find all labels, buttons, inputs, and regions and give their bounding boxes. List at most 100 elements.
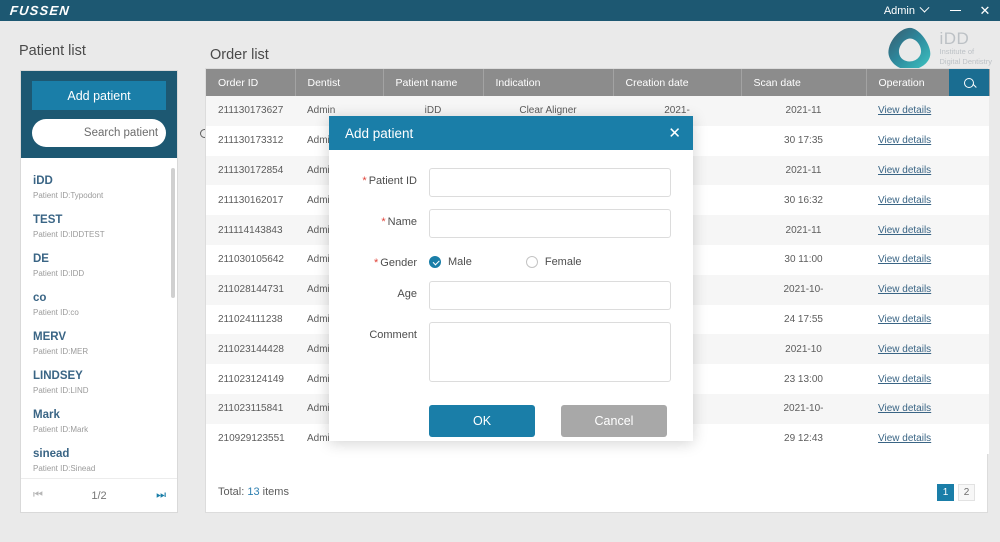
view-details-link[interactable]: View details [878, 314, 931, 325]
dialog-title: Add patient [345, 125, 414, 141]
column-header-indication[interactable]: Indication [483, 69, 614, 96]
page-button[interactable]: 1 [937, 483, 954, 501]
cell-scan-date: 30 11:00 [784, 254, 823, 266]
first-page-icon[interactable]: ⏮ [33, 489, 43, 502]
patient-list-scrollbar[interactable] [171, 168, 175, 298]
idd-logo: iDD Institute of Digital Dentistry [886, 26, 992, 72]
title-bar-controls: Admin ✕ [872, 0, 1000, 21]
cancel-button[interactable]: Cancel [561, 405, 667, 437]
patient-item-id: Patient ID:MER [33, 347, 89, 356]
cell-operation: View details [866, 185, 989, 215]
ok-button[interactable]: OK [429, 405, 535, 437]
add-patient-button[interactable]: Add patient [32, 81, 166, 110]
total-items-label: Total: 13 items [218, 486, 289, 498]
patient-item-id: Patient ID:Typodont [33, 191, 104, 200]
account-menu-label: Admin [883, 4, 915, 17]
field-row-comment: Comment [339, 322, 671, 387]
patient-item-name: MERV [33, 331, 67, 343]
cell-operation: View details [866, 424, 989, 454]
patient-item-id: Patient ID:IDD [33, 269, 85, 278]
view-details-link[interactable]: View details [878, 165, 931, 176]
cell-order-id: 211023124149 [218, 373, 284, 385]
view-details-link[interactable]: View details [878, 105, 931, 116]
gender-male-label: Male [448, 256, 472, 268]
view-details-link[interactable]: View details [878, 284, 931, 295]
dialog-actions: OK Cancel [339, 399, 671, 437]
view-details-link[interactable]: View details [878, 254, 931, 265]
view-details-link[interactable]: View details [878, 195, 931, 206]
patient-list-item[interactable]: DE Patient ID:IDD [21, 248, 177, 287]
cell-scan-date: 24 17:55 [784, 313, 823, 325]
minimize-button[interactable] [940, 0, 970, 21]
cell-scan-date: 30 17:35 [784, 135, 823, 147]
cell-order-id: 211024111238 [218, 313, 283, 325]
dialog-close-icon[interactable]: ✕ [668, 126, 681, 141]
patient-id-input[interactable] [429, 168, 671, 197]
cell-operation: View details [866, 394, 989, 424]
patient-item-id: Patient ID:co [33, 308, 79, 317]
patient-item-name: LINDSEY [33, 370, 83, 382]
view-details-link[interactable]: View details [878, 374, 931, 385]
total-prefix: Total: [218, 486, 245, 498]
last-page-icon[interactable]: ⏭ [156, 489, 166, 502]
radio-unselected-icon[interactable] [525, 256, 538, 268]
patient-search-box[interactable] [32, 119, 209, 147]
order-list-heading: Order list [210, 47, 269, 63]
radio-selected-icon[interactable] [429, 256, 441, 268]
field-row-patient-id: * Patient ID [339, 168, 671, 197]
cell-order-id: 211130173627 [218, 105, 284, 117]
total-suffix: items [262, 486, 289, 498]
dialog-header: Add patient ✕ [329, 116, 693, 150]
view-details-link[interactable]: View details [878, 403, 931, 414]
close-window-button[interactable]: ✕ [970, 0, 1000, 21]
patient-list-item[interactable]: iDD Patient ID:Typodont [21, 170, 177, 209]
view-details-link[interactable]: View details [878, 344, 931, 355]
column-header-creation-date[interactable]: Creation date [613, 69, 742, 96]
column-header-dentist[interactable]: Dentist [295, 69, 384, 96]
view-details-link[interactable]: View details [878, 433, 931, 444]
gender-option-female[interactable]: Female [525, 256, 582, 268]
name-input[interactable] [429, 209, 671, 238]
patient-list-pager: ⏮ 1/2 ⏭ [21, 478, 177, 512]
patient-search-input[interactable] [44, 127, 198, 139]
gender-label-text: Gender [380, 257, 417, 269]
age-input[interactable] [429, 281, 671, 310]
patient-list-scroll-area[interactable]: iDD Patient ID:Typodont TEST Patient ID:IDD… [21, 158, 177, 478]
patient-item-id: Patient ID:Mark [33, 425, 89, 434]
order-table-footer: Total: 13 items 12 [206, 472, 987, 512]
patient-list-item[interactable]: Mark Patient ID:Mark [21, 404, 177, 443]
patient-list-item[interactable]: sinead Patient ID:Sinead [21, 443, 177, 478]
age-label: Age [397, 288, 417, 300]
patient-list-item[interactable]: co Patient ID:co [21, 287, 177, 326]
column-header-scan-date[interactable]: Scan date [741, 69, 867, 96]
column-header-order-id[interactable]: Order ID [206, 69, 296, 96]
comment-textarea[interactable] [429, 322, 671, 382]
patient-item-name: co [33, 292, 47, 304]
page-button[interactable]: 2 [958, 483, 975, 501]
name-label: * Name [339, 209, 417, 228]
idd-logo-line2: Digital Dentistry [939, 56, 992, 66]
cell-scan-date: 2021-11 [785, 105, 822, 117]
patient-list-item[interactable]: LINDSEY Patient ID:LIND [21, 365, 177, 404]
order-search-header-cell [949, 69, 990, 96]
cell-order-id: 211114143843 [218, 224, 283, 236]
patient-list-item[interactable]: TEST Patient ID:IDDTEST [21, 209, 177, 248]
patient-list-item[interactable]: MERV Patient ID:MER [21, 326, 177, 365]
cell-scan-date: 2021-11 [785, 164, 822, 176]
view-details-link[interactable]: View details [878, 225, 931, 236]
cell-order-id: 211130172854 [218, 164, 284, 176]
comment-label: Comment [369, 329, 417, 341]
gender-option-male[interactable]: Male [429, 256, 472, 268]
cell-operation: View details [866, 334, 989, 364]
column-header-operation[interactable]: Operation [866, 69, 949, 96]
account-menu-admin[interactable]: Admin [872, 0, 940, 21]
required-marker: * [374, 257, 379, 269]
idd-logo-line1: Institute of [939, 47, 975, 56]
patient-item-name: TEST [33, 214, 63, 226]
column-header-patient-name[interactable]: Patient name [383, 69, 484, 96]
patient-list-header: Add patient [21, 71, 209, 158]
view-details-link[interactable]: View details [878, 135, 931, 146]
cell-order-id: 210929123551 [218, 433, 285, 445]
cell-operation: View details [866, 275, 989, 305]
order-search-button[interactable] [949, 69, 989, 96]
